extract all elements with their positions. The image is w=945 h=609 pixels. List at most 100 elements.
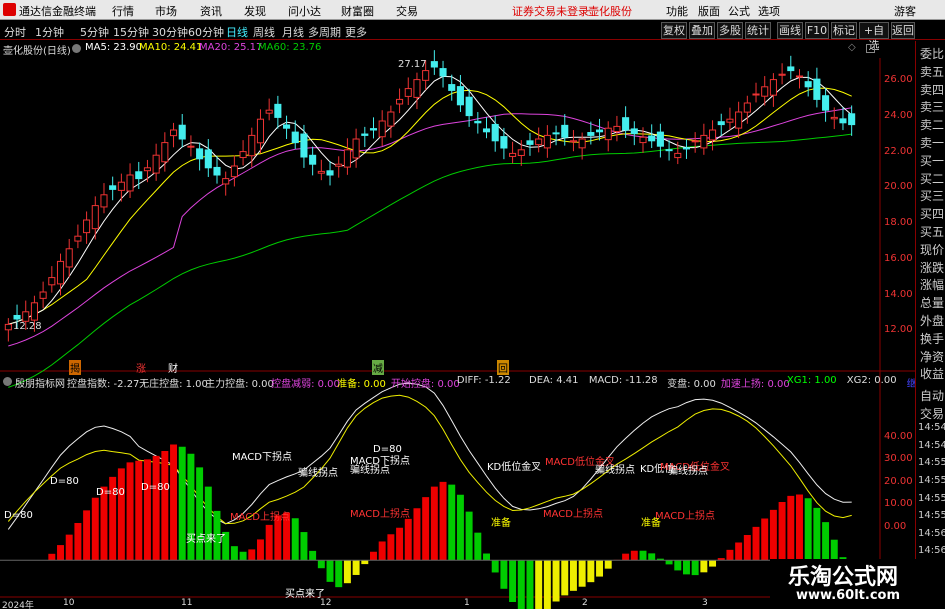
candle-body: [22, 311, 30, 322]
quote-field-label: 买五: [920, 225, 945, 239]
candle-body: [326, 170, 334, 176]
indicator-value: DEA: 4.41: [529, 375, 579, 386]
indicator-value: MACD: -11.28: [588, 375, 658, 386]
collapse-icon[interactable]: [3, 377, 12, 386]
price-tick: 26.00: [884, 74, 913, 85]
candle-body: [569, 140, 577, 143]
candle-body: [691, 140, 699, 143]
candle-body: [439, 68, 447, 77]
quote-field-label: 14:55: [918, 457, 945, 469]
date-tick: 2024年: [2, 601, 34, 609]
candle-body: [648, 135, 656, 142]
candle-body: [830, 116, 838, 120]
candle-body: [169, 129, 178, 137]
indicator-value: 主力控盘: 0.00: [205, 379, 274, 390]
candle-body: [335, 163, 343, 167]
candle-body: [74, 235, 82, 242]
candle-body: [178, 124, 186, 140]
quote-side-panel: 委比 卖五 卖四 卖三 卖二 卖一 买一 买二 买三 买四 买五 现价 涨跌 涨幅 总量 外盘 换手 净资 收益 自动…: [915, 41, 945, 609]
candle-body: [109, 185, 117, 190]
date-tick: 11: [181, 598, 193, 608]
candle-body: [656, 131, 664, 147]
candle-body: [413, 79, 421, 98]
indicator-name[interactable]: 殷朋指标网: [15, 375, 65, 390]
candle-body: [552, 132, 560, 135]
quote-field-label: 卖一: [920, 136, 945, 150]
price-tick: 16.00: [884, 253, 913, 264]
candle-body: [300, 133, 308, 158]
candle-body: [822, 95, 830, 111]
quote-field-label: 卖四: [920, 82, 945, 97]
candle-body: [595, 129, 604, 133]
quote-field-label: 14:56: [918, 545, 945, 557]
candle-body: [361, 133, 369, 136]
candle-body: [682, 147, 691, 150]
candle-body: [752, 93, 760, 96]
candle-body: [152, 154, 160, 174]
candle-body: [161, 142, 169, 163]
candle-body: [430, 61, 438, 68]
date-tick: 12: [320, 598, 332, 608]
indicator-value: 控盘指数: -2.27: [67, 379, 140, 390]
signal-label: MACD上拐点: [543, 509, 603, 520]
price-tick: 18.00: [884, 217, 913, 228]
candle-body: [456, 86, 464, 106]
quote-field-label: 自动: [920, 389, 945, 403]
ma20-line: [8, 107, 852, 347]
candle-body: [143, 167, 151, 172]
quote-field-label: 买四: [920, 207, 945, 222]
candle-body: [13, 314, 21, 320]
candle-body: [578, 138, 586, 149]
candle-body: [517, 149, 525, 156]
signal-label: 骗线拐点: [668, 466, 708, 477]
candle-body: [187, 145, 195, 148]
ma60-line: [8, 133, 852, 388]
ind-tick: 40.00: [884, 431, 913, 442]
candle-body: [543, 134, 551, 149]
ind-tick: 0.00: [884, 521, 907, 532]
candle-body: [404, 88, 412, 97]
quote-field-label: 14:54: [918, 439, 945, 451]
candle-body: [674, 152, 682, 159]
price-tick: 24.00: [884, 110, 913, 121]
kline-chart[interactable]: [0, 0, 915, 609]
candle-body: [848, 113, 856, 126]
quote-field-label: 收益: [920, 367, 945, 382]
kd-k-line: [7, 382, 852, 530]
candle-body: [126, 174, 134, 192]
signal-label: D=80: [50, 476, 79, 487]
candle-body: [482, 128, 491, 133]
price-tick: 12.00: [884, 324, 913, 335]
candle-body: [265, 109, 273, 114]
candle-body: [309, 154, 317, 165]
indicator-value: XG2: 0.00: [846, 375, 897, 386]
candle-body: [387, 111, 395, 127]
candle-body: [48, 277, 56, 286]
indicator-value: 准备: 0.00: [337, 379, 386, 390]
candle-body: [509, 152, 517, 157]
candle-body: [639, 136, 647, 144]
candle-body: [65, 248, 73, 268]
quote-field-label: 买一: [920, 153, 945, 168]
candle-body: [100, 194, 108, 208]
candle-body: [804, 81, 812, 88]
date-tick: 3: [702, 598, 708, 608]
candle-body: [274, 103, 282, 118]
candle-body: [39, 291, 47, 299]
candle-body: [769, 79, 777, 96]
candle-body: [56, 260, 65, 285]
signal-label: MACD上拐点: [655, 511, 715, 522]
quote-field-label: 14:54: [918, 422, 945, 434]
candle-body: [196, 148, 204, 160]
indicator-info-bar: 殷朋指标网 控盘指数: -2.27 无庄控盘: 1.00 主力控盘: 0.00 控盘减…: [0, 373, 945, 390]
quote-field-label: 总量: [920, 296, 945, 311]
candle-body: [630, 128, 638, 135]
candle-body: [135, 171, 143, 180]
candle-body: [239, 151, 247, 159]
candle-body: [795, 75, 804, 78]
candle-body: [4, 323, 12, 331]
indicator-value: 开始控盘: 0.00: [390, 379, 460, 390]
signal-label: 准备: [641, 518, 661, 529]
quote-field-label: 卖二: [920, 118, 945, 133]
signal-label: 骗线拐点: [595, 465, 635, 476]
